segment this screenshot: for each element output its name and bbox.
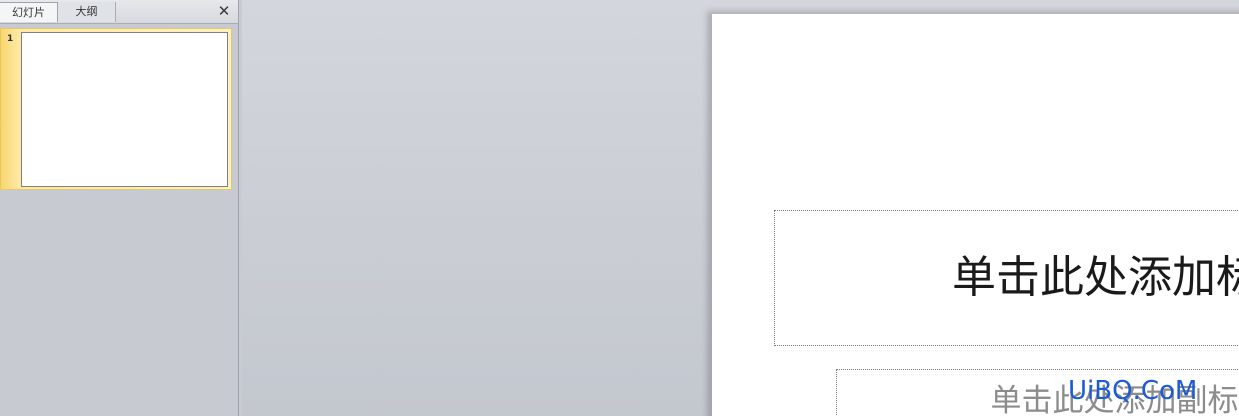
slide-canvas[interactable]: 单击此处添加标题 单击此处添加副标题 xyxy=(712,14,1239,416)
slide-edit-area[interactable]: 单击此处添加标题 单击此处添加副标题 xyxy=(242,0,1239,416)
title-placeholder[interactable]: 单击此处添加标题 xyxy=(774,210,1239,346)
slide-thumbnail-selected[interactable]: 1 xyxy=(0,28,232,190)
slides-pane: 幻灯片 大纲 ✕ 1 xyxy=(0,0,239,416)
pane-tabs: 幻灯片 大纲 ✕ xyxy=(0,0,238,24)
title-placeholder-text: 单击此处添加标题 xyxy=(952,252,1239,303)
powerpoint-window: 幻灯片 大纲 ✕ 1 单击此处添加标题 单击此处添加副标题 UiBQ.CoM xyxy=(0,0,1239,416)
slide-thumbnail-preview[interactable] xyxy=(21,32,228,187)
close-icon[interactable]: ✕ xyxy=(216,3,232,19)
tab-slides[interactable]: 幻灯片 xyxy=(0,2,58,22)
slide-number: 1 xyxy=(7,34,14,44)
watermark-logo: UiBQ.CoM xyxy=(1068,376,1198,406)
tab-outline[interactable]: 大纲 xyxy=(58,2,116,22)
